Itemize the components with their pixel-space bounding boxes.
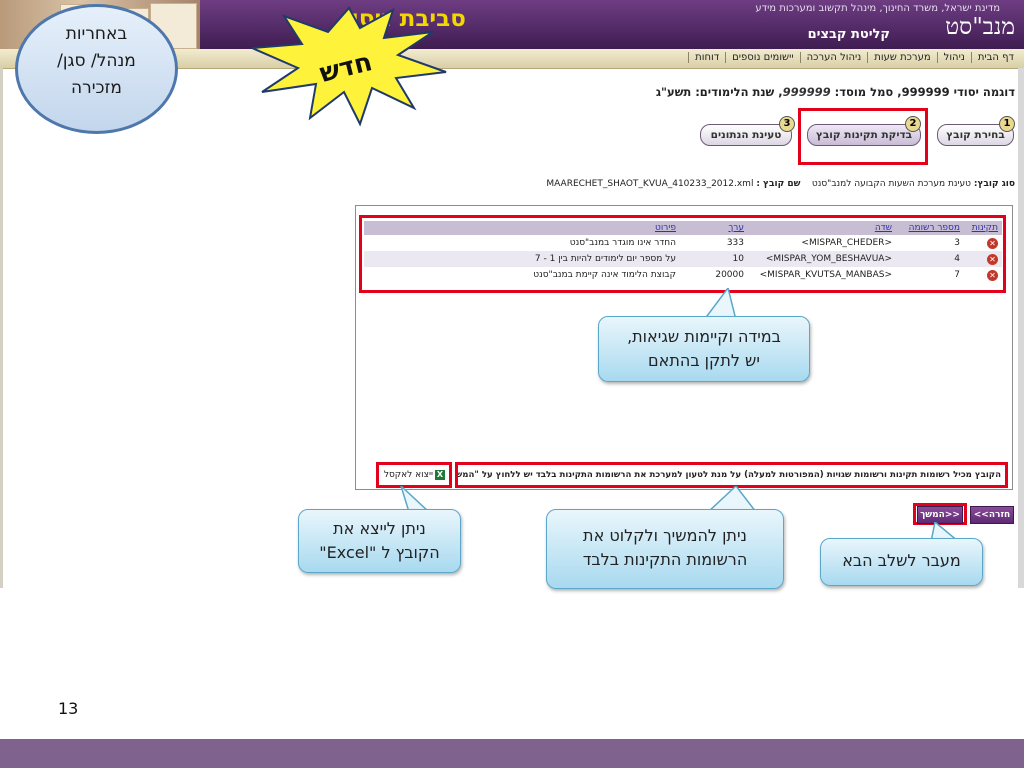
institution-info: דוגמה יסודי 999999, סמל מוסד: 999999, שנ…: [655, 85, 1015, 99]
col-validity[interactable]: תקינות: [964, 221, 1002, 235]
symbol-label: סמל מוסד:: [834, 85, 894, 99]
step-number-3: 3: [779, 116, 795, 132]
next-step-callout: מעבר לשלב הבא: [820, 538, 983, 586]
app-logo[interactable]: מנב"סט: [930, 14, 1015, 44]
year-value: תשע"ג: [655, 85, 692, 99]
left-edge: [0, 68, 3, 588]
scrollbar[interactable]: [1018, 68, 1024, 588]
errors-table: תקינות מספר רשומה שדה ערך פירוט ✕ 3 <MIS…: [364, 221, 1002, 283]
field-cell: <MISPAR_YOM_BESHAVUA>: [748, 251, 896, 267]
table-row: ✕ 4 <MISPAR_YOM_BESHAVUA> 10 על מספר יום…: [364, 251, 1002, 267]
symbol-number: 999999: [782, 85, 831, 99]
excel-callout: ניתן לייצא את הקובץ ל "Excel": [298, 509, 461, 573]
page-subtitle: קליטת קבצים: [807, 27, 890, 42]
bubble-line-1: באחריות: [65, 24, 128, 44]
callout-line: ניתן לייצא את: [333, 519, 426, 538]
record-cell: 3: [954, 238, 960, 248]
table-row: ✕ 3 <MISPAR_CHEDER> 333 החדר אינו מוגדר …: [364, 235, 1002, 251]
status-message: הקובץ מכיל רשומות תקינות ורשומות שגויות …: [455, 462, 1008, 488]
table-row: ✕ 7 <MISPAR_KVUTSA_MANBAS> 20000 קבוצת ה…: [364, 267, 1002, 283]
error-icon: ✕: [987, 269, 998, 281]
file-name-value: MAARECHET_SHAOT_KVUA_410233_2012.xml: [546, 179, 754, 189]
school-label: דוגמה יסודי: [953, 85, 1015, 99]
callout-line: במידה וקיימות שגיאות,: [627, 327, 781, 346]
school-number: 999999: [901, 85, 950, 99]
export-label: ייצוא לאקסל: [383, 470, 433, 480]
error-icon: ✕: [987, 237, 998, 249]
value-cell: 10: [680, 251, 748, 267]
col-record[interactable]: מספר רשומה: [896, 221, 964, 235]
continue-callout: ניתן להמשיך ולקלוט את הרשומות התקינות בל…: [546, 509, 784, 589]
detail-cell: החדר אינו מוגדר במנב"סנט: [569, 238, 676, 248]
error-icon: ✕: [987, 253, 998, 265]
file-name-label: שם קובץ :: [756, 179, 801, 189]
detail-cell: קבוצת הלימוד אינה קיימת במנב"סנט: [533, 270, 676, 280]
bubble-line-2: מנהל/ סגן/: [57, 51, 136, 71]
callout-line: הקובץ ל "Excel": [319, 543, 440, 562]
file-type-value: טעינת מערכת השעות הקבועה למנב"סנט: [811, 179, 971, 189]
new-starburst: חדש: [251, 6, 447, 127]
step-load-data[interactable]: טעינת הנתונים: [700, 124, 792, 146]
col-value[interactable]: ערך: [680, 221, 748, 235]
nav-item-home[interactable]: דף הבית: [970, 52, 1020, 63]
nav-item-assessment[interactable]: ניהול הערכה: [799, 52, 868, 63]
value-cell: 333: [726, 238, 744, 248]
nav-item-apps[interactable]: יישומים נוספים: [725, 52, 799, 63]
col-detail[interactable]: פירוט: [364, 221, 680, 235]
step-validate-file[interactable]: בדיקת תקינות קובץ: [807, 124, 921, 146]
nav-item-admin[interactable]: ניהול: [936, 52, 971, 63]
excel-icon: X: [435, 469, 445, 480]
value-cell: 20000: [715, 270, 744, 280]
responsibility-bubble: באחריות מנהל/ סגן/ מזכירה: [15, 4, 178, 134]
slide-number: 13: [58, 699, 79, 718]
year-label: שנת הלימודים:: [695, 85, 775, 99]
bubble-line-3: מזכירה: [71, 78, 122, 98]
nav-item-timetable[interactable]: מערכת שעות: [867, 52, 936, 63]
file-type-label: סוג קובץ:: [973, 179, 1015, 189]
field-cell: <MISPAR_CHEDER>: [801, 238, 892, 248]
step-number-1: 1: [999, 116, 1015, 132]
callout-line: יש לתקן בהתאם: [648, 351, 760, 370]
slide-footer: [0, 739, 1024, 768]
field-cell: <MISPAR_KVUTSA_MANBAS>: [759, 270, 892, 280]
export-excel-link[interactable]: Xייצוא לאקסל: [376, 462, 452, 488]
callout-line: ניתן להמשיך ולקלוט את: [583, 526, 747, 545]
back-button[interactable]: <<חזרה: [970, 506, 1014, 524]
step-number-2: 2: [905, 116, 921, 132]
file-info: סוג קובץ: טעינת מערכת השעות הקבועה למנב"…: [520, 179, 1015, 193]
errors-callout: במידה וקיימות שגיאות, יש לתקן בהתאם: [598, 316, 810, 382]
detail-cell: על מספר יום לימודים להיות בין 1 - 7: [364, 251, 680, 267]
nav-item-reports[interactable]: דוחות: [688, 52, 725, 63]
col-field[interactable]: שדה: [748, 221, 896, 235]
record-cell: 4: [896, 251, 964, 267]
record-cell: 7: [954, 270, 960, 280]
callout-line: הרשומות התקינות בלבד: [582, 550, 748, 569]
